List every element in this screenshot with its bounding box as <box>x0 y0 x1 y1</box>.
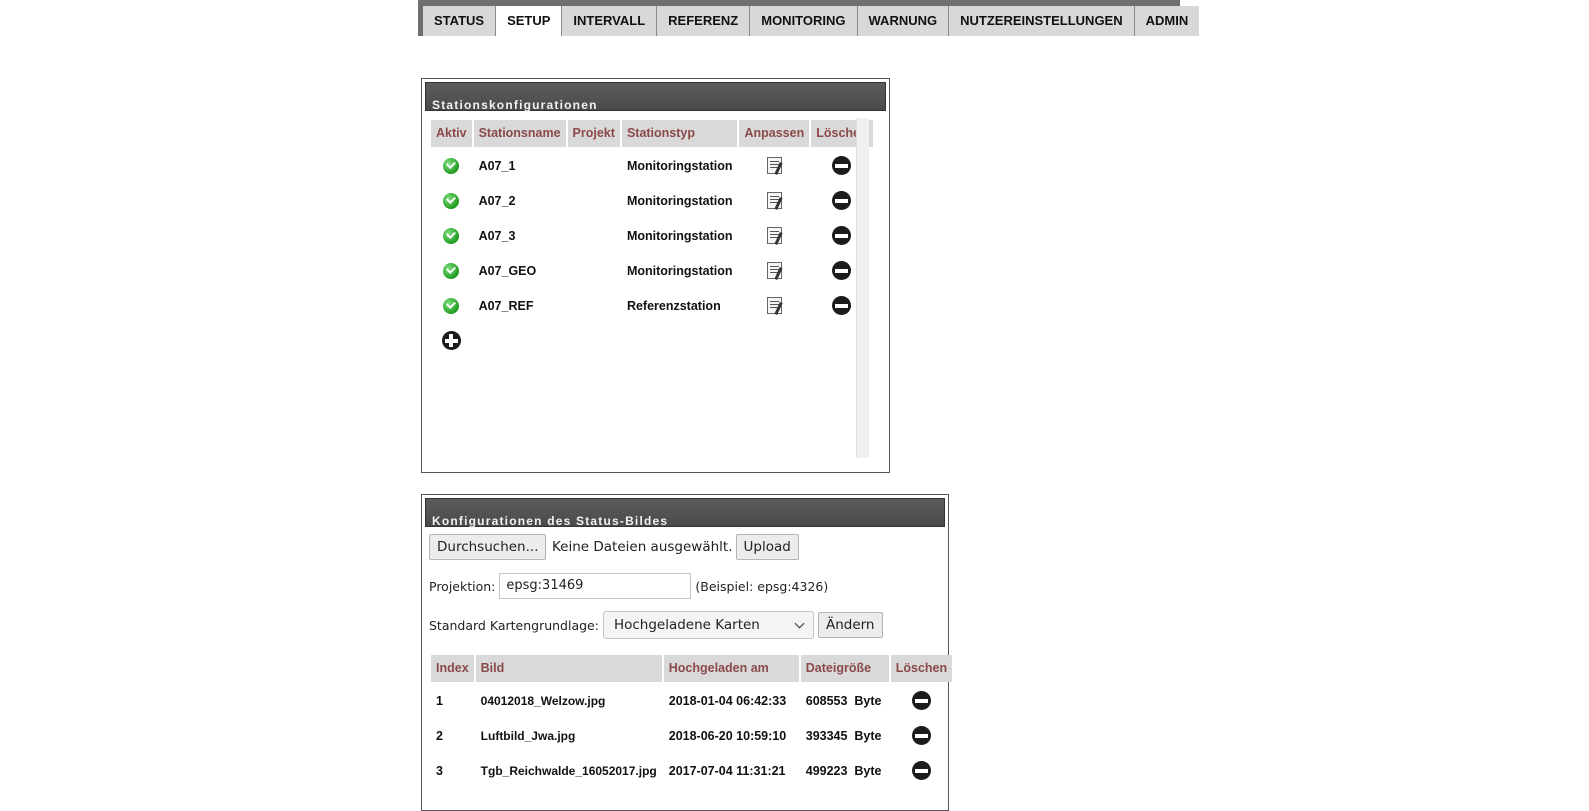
station-name: A07_3 <box>478 228 516 243</box>
station-table: Aktiv Stationsname Projekt Stationstyp A… <box>429 118 875 359</box>
station-project <box>568 254 620 287</box>
projection-hint: (Beispiel: epsg:4326) <box>695 578 829 594</box>
image-file-size: 393345 Byte <box>805 728 882 743</box>
station-name: A07_2 <box>478 193 516 208</box>
change-button[interactable]: Ändern <box>817 612 883 638</box>
station-config-title: Stationskonfigurationen <box>425 82 886 111</box>
status-image-config-title: Konfigurationen des Status-Bildes <box>425 498 945 527</box>
no-file-selected-text: Keine Dateien ausgewählt. <box>552 539 733 555</box>
col-stationstyp[interactable]: Stationstyp <box>621 120 738 147</box>
edit-note-icon[interactable] <box>766 157 782 174</box>
station-type: Monitoringstation <box>626 263 733 278</box>
station-config-panel: Stationskonfigurationen Aktiv Stationsna… <box>421 78 890 473</box>
check-icon[interactable] <box>443 157 460 174</box>
col-index[interactable]: Index <box>431 655 474 682</box>
col-anpassen[interactable]: Anpassen <box>739 120 810 147</box>
image-file-size: 608553 Byte <box>805 693 882 708</box>
station-type: Monitoringstation <box>626 193 733 208</box>
station-project <box>568 149 620 182</box>
delete-minus-icon[interactable] <box>911 691 931 710</box>
image-file-name: 04012018_Welzow.jpg <box>480 693 606 708</box>
col-stationsname[interactable]: Stationsname <box>473 120 566 147</box>
check-icon[interactable] <box>443 297 460 314</box>
projection-input[interactable]: epsg:31469 <box>499 573 692 599</box>
upload-button[interactable]: Upload <box>735 534 799 560</box>
station-project <box>568 289 620 322</box>
table-row: A07_2 Monitoringstation <box>431 184 873 217</box>
image-file-name: Luftbild_Jwa.jpg <box>480 728 576 743</box>
station-list-scrollbar[interactable] <box>856 118 869 458</box>
add-station-row <box>431 324 873 357</box>
col-dateigroesse[interactable]: Dateigröße <box>800 655 889 682</box>
tab-nutzereinstellungen[interactable]: NUTZEREINSTELLUNGEN <box>949 6 1135 36</box>
image-index: 2 <box>436 728 443 743</box>
tab-status[interactable]: STATUS <box>423 6 497 36</box>
delete-minus-icon[interactable] <box>911 761 931 780</box>
image-upload-date: 2018-06-20 10:59:10 <box>668 728 787 743</box>
edit-note-icon[interactable] <box>766 227 782 244</box>
check-icon[interactable] <box>443 192 460 209</box>
table-row: A07_1 Monitoringstation <box>431 149 873 182</box>
station-type: Referenzstation <box>626 298 721 313</box>
edit-note-icon[interactable] <box>766 192 782 209</box>
chevron-down-icon <box>794 618 805 628</box>
table-row: A07_GEO Monitoringstation <box>431 254 873 287</box>
tab-intervall[interactable]: INTERVALL <box>562 6 658 36</box>
delete-minus-icon[interactable] <box>911 726 931 745</box>
upload-row: Durchsuchen... Keine Dateien ausgewählt.… <box>429 534 799 560</box>
station-type: Monitoringstation <box>626 158 733 173</box>
delete-minus-icon[interactable] <box>832 191 852 210</box>
station-type: Monitoringstation <box>626 228 733 243</box>
main-tab-bar: STATUS SETUP INTERVALL REFERENZ MONITORI… <box>418 0 1200 36</box>
image-index: 1 <box>436 693 443 708</box>
tab-referenz[interactable]: REFERENZ <box>657 6 751 36</box>
tab-setup[interactable]: SETUP <box>496 6 563 36</box>
browse-button[interactable]: Durchsuchen... <box>429 534 546 560</box>
projection-row: Projektion: epsg:31469 (Beispiel: epsg:4… <box>429 573 828 599</box>
table-row: 3 Tgb_Reichwalde_16052017.jpg 2017-07-04… <box>431 754 952 787</box>
edit-note-icon[interactable] <box>766 297 782 314</box>
image-file-name: Tgb_Reichwalde_16052017.jpg <box>480 763 657 778</box>
basemap-select[interactable]: Hochgeladene Karten <box>602 611 814 639</box>
col-hochgeladen[interactable]: Hochgeladen am <box>663 655 799 682</box>
check-icon[interactable] <box>443 227 460 244</box>
col-image-loeschen[interactable]: Löschen <box>890 655 953 682</box>
table-row: 1 04012018_Welzow.jpg 2018-01-04 06:42:3… <box>431 684 952 717</box>
station-project <box>568 219 620 252</box>
check-icon[interactable] <box>443 262 460 279</box>
image-index: 3 <box>436 763 443 778</box>
image-table-header: Index Bild Hochgeladen am Dateigröße Lös… <box>431 655 953 682</box>
table-row: A07_3 Monitoringstation <box>431 219 873 252</box>
image-table: Index Bild Hochgeladen am Dateigröße Lös… <box>429 653 954 789</box>
col-projekt[interactable]: Projekt <box>567 120 620 147</box>
table-row: A07_REF Referenzstation <box>431 289 873 322</box>
basemap-label: Standard Kartengrundlage: <box>429 617 599 633</box>
col-aktiv[interactable]: Aktiv <box>431 120 472 147</box>
basemap-selected-value: Hochgeladene Karten <box>613 617 760 633</box>
station-table-header: Aktiv Stationsname Projekt Stationstyp A… <box>431 120 873 147</box>
station-name: A07_REF <box>478 298 534 313</box>
delete-minus-icon[interactable] <box>832 296 852 315</box>
station-project <box>568 184 620 217</box>
image-file-size: 499223 Byte <box>805 763 882 778</box>
image-upload-date: 2018-01-04 06:42:33 <box>668 693 787 708</box>
delete-minus-icon[interactable] <box>832 226 852 245</box>
station-name: A07_1 <box>478 158 516 173</box>
station-name: A07_GEO <box>478 263 537 278</box>
status-image-config-panel: Konfigurationen des Status-Bildes Durchs… <box>421 494 953 811</box>
delete-minus-icon[interactable] <box>832 156 852 175</box>
tab-admin[interactable]: ADMIN <box>1134 6 1200 36</box>
image-upload-date: 2017-07-04 11:31:21 <box>668 763 786 778</box>
edit-note-icon[interactable] <box>766 262 782 279</box>
table-row: 2 Luftbild_Jwa.jpg 2018-06-20 10:59:10 3… <box>431 719 952 752</box>
station-list-scroll-area[interactable]: Aktiv Stationsname Projekt Stationstyp A… <box>429 118 873 458</box>
basemap-row: Standard Kartengrundlage: Hochgeladene K… <box>429 611 883 639</box>
delete-minus-icon[interactable] <box>832 261 852 280</box>
col-bild[interactable]: Bild <box>475 655 662 682</box>
add-station-plus-icon[interactable] <box>441 331 461 350</box>
tab-monitoring[interactable]: MONITORING <box>750 6 858 36</box>
projection-label: Projektion: <box>429 578 496 594</box>
tab-warnung[interactable]: WARNUNG <box>857 6 950 36</box>
